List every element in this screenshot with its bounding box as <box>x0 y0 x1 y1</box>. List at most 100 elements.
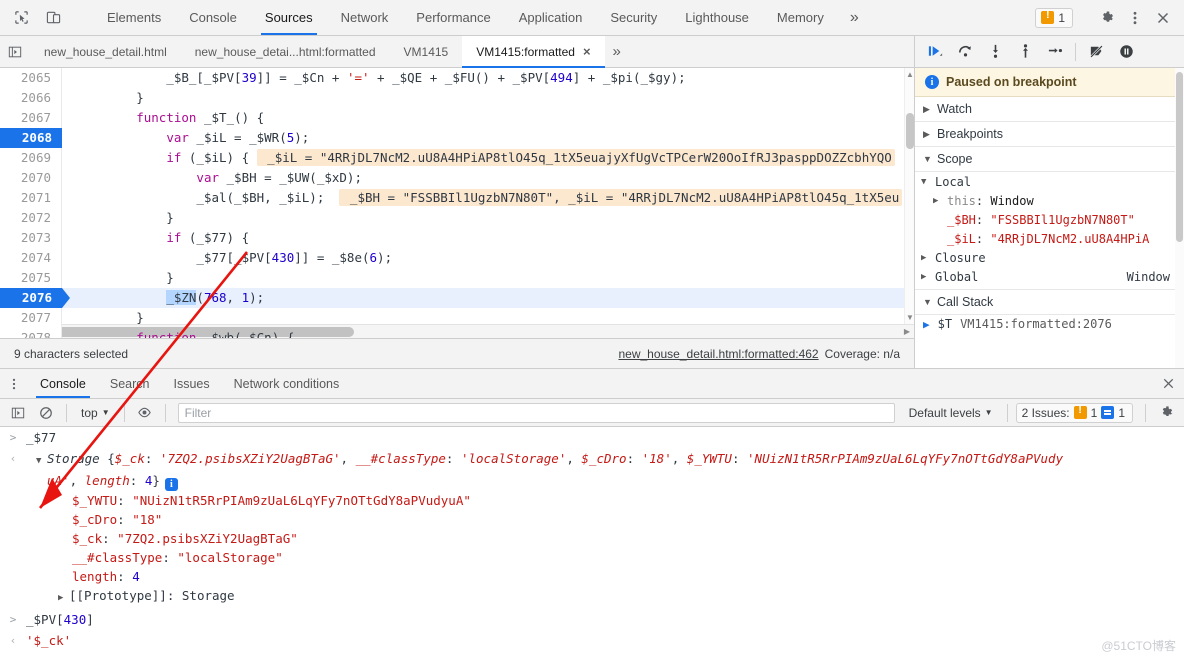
line-number[interactable]: 2075 <box>0 268 62 288</box>
code-line[interactable]: 2076 _$ZN(768, 1); <box>0 288 914 308</box>
panel-tab-elements[interactable]: Elements <box>93 0 175 35</box>
code-line[interactable]: 2069 if (_$iL) { _$iL = "4RRjDL7NcM2.uU8… <box>0 148 914 168</box>
line-number[interactable]: 2074 <box>0 248 62 268</box>
console-output-line[interactable]: ‹ '$_ck' <box>0 630 1184 651</box>
line-number[interactable]: 2071 <box>0 188 62 208</box>
scope-group-global[interactable]: ▶ Global Window <box>915 268 1184 287</box>
scope-group-closure[interactable]: ▶ Closure <box>915 249 1184 268</box>
editor-vertical-scrollbar[interactable]: ▲ ▼ <box>904 68 914 324</box>
source-location-link[interactable]: new_house_detail.html:formatted:462 <box>618 347 818 361</box>
filter-input[interactable] <box>177 402 895 423</box>
log-levels-selector[interactable]: Default levels ▼ <box>903 405 999 421</box>
line-number[interactable]: 2072 <box>0 208 62 228</box>
resume-script-button[interactable] <box>921 39 949 65</box>
code-text[interactable]: _$ZN(768, 1); <box>62 288 264 308</box>
scroll-down-arrow[interactable]: ▼ <box>905 313 914 322</box>
console-sidebar-icon[interactable] <box>6 402 30 424</box>
file-tab-vm1415-formatted[interactable]: VM1415:formatted × <box>462 36 605 68</box>
code-line[interactable]: 2070 var _$BH = _$UW(_$xD); <box>0 168 914 188</box>
drawer-tab-network-conditions[interactable]: Network conditions <box>222 369 352 398</box>
console-message-list[interactable]: > _$77 ‹ ▼ Storage {$_ck: '7ZQ2.psibsXZiY2Ua… <box>0 427 1184 658</box>
chevron-down-icon[interactable]: ▼ <box>36 452 47 471</box>
device-toolbar-icon[interactable] <box>42 7 64 29</box>
scope-entry-this[interactable]: ▶ this : Window <box>915 192 1184 211</box>
line-number[interactable]: 2068 <box>0 128 62 148</box>
panel-tab-lighthouse[interactable]: Lighthouse <box>671 0 763 35</box>
panel-tab-application[interactable]: Application <box>505 0 597 35</box>
console-object-preview[interactable]: ▼ Storage {$_ck: '7ZQ2.psibsXZiY2UagBTaG'… <box>26 449 1176 471</box>
scroll-right-arrow[interactable]: ▶ <box>900 327 914 336</box>
debugger-section-breakpoints[interactable]: ▶ Breakpoints <box>915 122 1184 147</box>
debugger-section-call-stack[interactable]: ▼ Call Stack <box>915 289 1184 315</box>
code-line[interactable]: 2074 _$77[_$PV[430]] = _$8e(6); <box>0 248 914 268</box>
code-text[interactable]: } <box>62 268 174 288</box>
inspect-element-icon[interactable] <box>10 7 32 29</box>
code-line[interactable]: 2067 function _$T_() { <box>0 108 914 128</box>
code-text[interactable]: _$77[_$PV[430]] = _$8e(6); <box>62 248 392 268</box>
scope-entry-il[interactable]: _$iL : "4RRjDL7NcM2.uU8A4HPiA <box>915 230 1184 249</box>
code-text[interactable]: } <box>62 88 144 108</box>
line-number[interactable]: 2070 <box>0 168 62 188</box>
code-line[interactable]: 2071 _$al(_$BH, _$iL); _$BH = "FSSBBIl1U… <box>0 188 914 208</box>
console-object-prototype[interactable]: ▶ [[Prototype]]: Storage <box>26 586 1176 608</box>
debugger-vertical-scrollbar[interactable] <box>1175 68 1184 368</box>
close-icon[interactable] <box>1150 5 1176 31</box>
debugger-vscroll-thumb[interactable] <box>1176 72 1183 242</box>
execution-context-selector[interactable]: top ▼ <box>75 405 116 421</box>
code-text[interactable]: if (_$77) { <box>62 228 249 248</box>
drawer-tab-console[interactable]: Console <box>28 369 98 398</box>
line-number[interactable]: 2065 <box>0 68 62 88</box>
code-text[interactable]: function _$T_() { <box>62 108 264 128</box>
code-text[interactable]: if (_$iL) { _$iL = "4RRjDL7NcM2.uU8A4HPi… <box>62 148 895 168</box>
console-object-property[interactable]: $_YWTU: "NUizN1tR5RrPIAm9zUaL6LqYFy7nOTt… <box>26 491 1176 510</box>
line-number[interactable]: 2069 <box>0 148 62 168</box>
step-over-button[interactable] <box>951 39 979 65</box>
line-number[interactable]: 2066 <box>0 88 62 108</box>
code-line[interactable]: 2075 } <box>0 268 914 288</box>
navigator-toggle-icon[interactable] <box>0 36 30 67</box>
panel-tab-security[interactable]: Security <box>596 0 671 35</box>
console-object-property[interactable]: length: 4 <box>26 567 1176 586</box>
file-tab-new-house-detail[interactable]: new_house_detail.html <box>30 36 181 67</box>
issues-counter-button[interactable]: 1 <box>1035 7 1073 28</box>
drawer-close-button[interactable] <box>1161 369 1184 398</box>
scroll-up-arrow[interactable]: ▲ <box>905 70 914 79</box>
code-text[interactable]: } <box>62 308 144 328</box>
panel-tab-network[interactable]: Network <box>327 0 403 35</box>
line-number[interactable]: 2077 <box>0 308 62 328</box>
live-expression-icon[interactable] <box>133 402 157 424</box>
drawer-tab-search[interactable]: Search <box>98 369 162 398</box>
code-text[interactable]: } <box>62 208 174 228</box>
code-line[interactable]: 2072 } <box>0 208 914 228</box>
panel-tab-memory[interactable]: Memory <box>763 0 838 35</box>
console-object-property[interactable]: $_ck: "7ZQ2.psibsXZiY2UagBTaG" <box>26 529 1176 548</box>
call-stack-frame[interactable]: ▶ $T VM1415:formatted:2076 <box>915 315 1184 333</box>
kebab-menu-icon[interactable] <box>1122 5 1148 31</box>
file-tabs-overflow-button[interactable]: » <box>605 36 629 67</box>
code-text[interactable]: function _$wb(_$Cn) { <box>62 328 294 338</box>
panel-tab-console[interactable]: Console <box>175 0 251 35</box>
console-object-property[interactable]: __#classType: "localStorage" <box>26 548 1176 567</box>
gear-icon[interactable] <box>1154 402 1178 424</box>
code-line[interactable]: 2068 var _$iL = _$WR(5); <box>0 128 914 148</box>
info-icon[interactable]: i <box>164 478 178 491</box>
code-text[interactable]: var _$iL = _$WR(5); <box>62 128 309 148</box>
code-text[interactable]: var _$BH = _$UW(_$xD); <box>62 168 362 188</box>
debugger-section-watch[interactable]: ▶ Watch <box>915 97 1184 122</box>
code-text[interactable]: _$al(_$BH, _$iL); _$BH = "FSSBBIl1UgzbN7… <box>62 188 903 208</box>
scope-entry-bh[interactable]: _$BH : "FSSBBIl1UgzbN7N80T" <box>915 211 1184 230</box>
code-line[interactable]: 2066 } <box>0 88 914 108</box>
console-input-line[interactable]: > _$77 <box>0 427 1184 448</box>
file-tab-vm1415[interactable]: VM1415 <box>390 36 463 67</box>
clear-console-icon[interactable] <box>34 402 58 424</box>
deactivate-breakpoints-button[interactable] <box>1082 39 1110 65</box>
line-number[interactable]: 2076 <box>0 288 70 308</box>
chevron-right-icon[interactable]: ▶ <box>58 589 69 608</box>
gear-icon[interactable] <box>1094 5 1120 31</box>
scope-group-local[interactable]: ▼ Local <box>915 173 1184 192</box>
code-line[interactable]: 2073 if (_$77) { <box>0 228 914 248</box>
code-line[interactable]: 2065 _$B_[_$PV[39]] = _$Cn + '=' + _$QE … <box>0 68 914 88</box>
panel-tab-performance[interactable]: Performance <box>402 0 504 35</box>
panel-tabs-overflow-button[interactable]: » <box>838 0 871 35</box>
panel-tab-sources[interactable]: Sources <box>251 0 327 35</box>
